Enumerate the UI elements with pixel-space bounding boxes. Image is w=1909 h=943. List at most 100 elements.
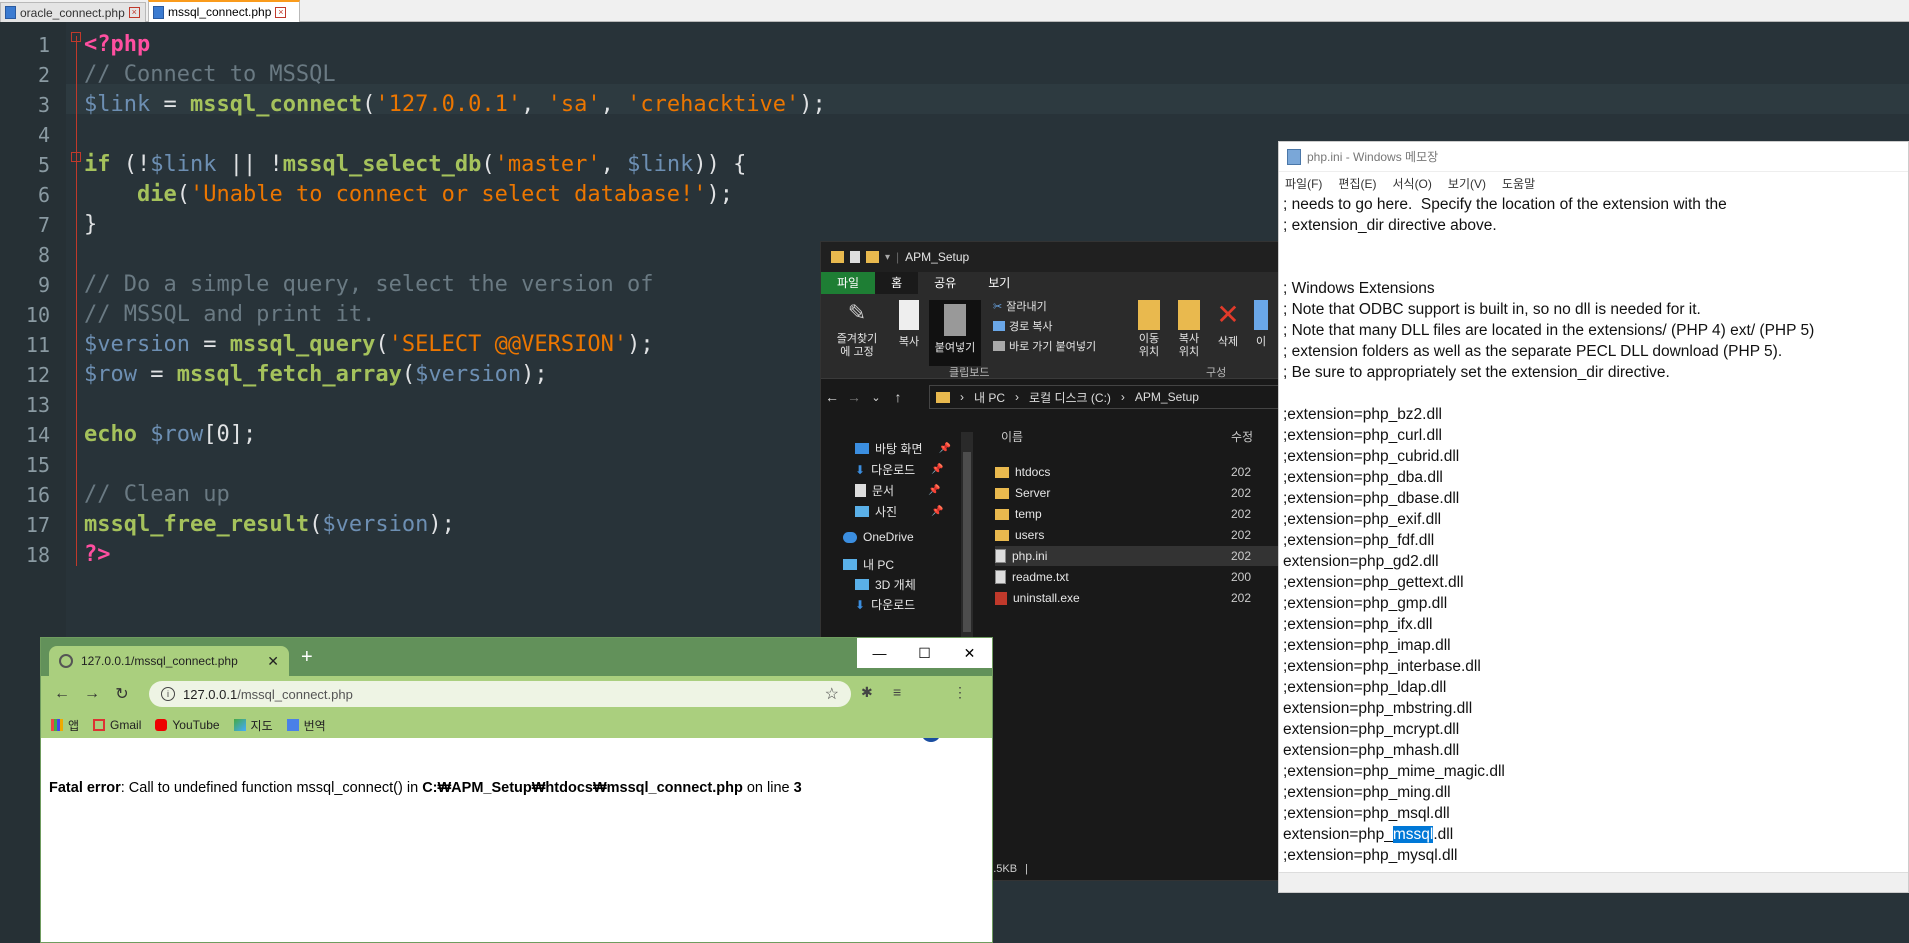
back-arrow-icon[interactable]: ← — [47, 685, 77, 703]
line-number: 10 — [25, 303, 50, 327]
bookmark-apps[interactable]: 앱 — [51, 717, 79, 734]
column-header-name[interactable]: 이름 — [1001, 428, 1023, 445]
chrome-window: 127.0.0.1/mssql_connect.php ✕ + — ☐ ✕ ← … — [40, 637, 993, 943]
fold-collapse-icon[interactable] — [71, 32, 81, 42]
explorer-titlebar[interactable]: ▾ | APM_Setup — [821, 242, 1289, 272]
reload-icon[interactable]: ↻ — [107, 684, 137, 704]
horizontal-scrollbar[interactable] — [1279, 872, 1908, 892]
reading-list-icon[interactable]: ≡ — [893, 684, 901, 700]
nav-item-downloads-2[interactable]: ⬇ 다운로드 — [855, 596, 915, 613]
tab-view[interactable]: 보기 — [972, 272, 1026, 294]
exe-file-icon — [995, 591, 1007, 605]
forward-arrow-icon[interactable]: → — [843, 389, 865, 405]
nav-item-documents[interactable]: 문서 📌 — [855, 482, 941, 499]
paste-button[interactable]: 붙여넣기 — [929, 300, 981, 366]
nav-item-downloads[interactable]: ⬇ 다운로드 📌 — [855, 461, 944, 478]
extensions-puzzle-icon[interactable]: ✱ — [861, 684, 873, 701]
breadcrumb-local-disk[interactable]: 로컬 디스크 (C:) — [1029, 389, 1111, 406]
tab-label: oracle_connect.php — [20, 5, 125, 20]
line-number: 7 — [37, 213, 50, 237]
bookmark-star-icon[interactable]: ☆ — [825, 684, 839, 704]
menu-help[interactable]: 도움말 — [1502, 175, 1535, 192]
chevron-down-icon[interactable]: ▾ — [885, 252, 890, 263]
cut-label: 잘라내기 — [1006, 301, 1047, 313]
text-line: ; Note that ODBC support is built in, so… — [1283, 301, 1701, 318]
close-tab-icon[interactable]: ✕ — [267, 653, 279, 670]
back-arrow-icon[interactable]: ← — [821, 389, 843, 405]
nav-item-this-pc[interactable]: 내 PC — [843, 556, 894, 573]
desktop-icon — [855, 443, 869, 454]
menu-file[interactable]: 파일(F) — [1285, 175, 1322, 192]
text-line: ​ — [1283, 236, 1908, 257]
text-line: ;extension=php_mysql.dll — [1283, 847, 1458, 864]
nav-item-desktop[interactable]: 바탕 화면 📌 — [855, 440, 951, 457]
delete-button[interactable]: ✕ 삭제 — [1213, 300, 1243, 349]
apps-grid-icon — [51, 719, 63, 731]
kebab-menu-icon[interactable]: ⋮ — [953, 684, 967, 701]
close-window-button[interactable]: ✕ — [947, 638, 992, 668]
notepad-window: php.ini - Windows 메모장 파일(F) 편집(E) 서식(O) … — [1278, 141, 1909, 893]
tab-home[interactable]: 홈 — [875, 272, 919, 294]
text-line: ;extension=php_ming.dll — [1283, 784, 1451, 801]
text-line: extension=php_mhash.dll — [1283, 742, 1460, 759]
copy-to-label: 복사 위치 — [1178, 333, 1200, 358]
address-bar[interactable]: › 내 PC › 로컬 디스크 (C:) › APM_Setup — [929, 385, 1289, 409]
folder-icon — [831, 251, 844, 263]
info-icon[interactable]: i — [161, 687, 175, 701]
menu-view[interactable]: 보기(V) — [1448, 175, 1486, 192]
breadcrumb-my-pc[interactable]: 내 PC — [974, 389, 1005, 406]
folder-icon — [995, 508, 1009, 520]
pin-to-quick-access-button[interactable]: ✎ 즐겨찾기에 고정 — [825, 300, 889, 359]
copy-to-button[interactable]: 복사 위치 — [1171, 300, 1207, 359]
menu-format[interactable]: 서식(O) — [1392, 175, 1431, 192]
line-number: 14 — [25, 423, 50, 447]
address-bar[interactable]: i 127.0.0.1/mssql_connect.php ☆ — [149, 681, 851, 707]
properties-icon[interactable] — [850, 251, 860, 263]
copy-path-button[interactable]: 경로 복사 — [993, 318, 1053, 334]
column-header-modified[interactable]: 수정 — [1231, 428, 1253, 445]
notepad-text-area[interactable]: ; needs to go here. Specify the location… — [1283, 194, 1908, 872]
bookmark-youtube[interactable]: YouTube — [155, 718, 220, 732]
code-line-14: echo $row[0]; — [84, 422, 257, 447]
computer-icon — [843, 559, 857, 570]
tab-mssql-connect[interactable]: mssql_connect.php × — [148, 0, 300, 22]
paste-shortcut-button[interactable]: 바로 가기 붙여넣기 — [993, 338, 1096, 354]
tab-share[interactable]: 공유 — [918, 272, 972, 294]
text-line: ; Windows Extensions — [1283, 280, 1435, 297]
browser-tab[interactable]: 127.0.0.1/mssql_connect.php ✕ — [49, 646, 289, 676]
tab-oracle-connect[interactable]: oracle_connect.php × — [0, 2, 146, 22]
close-icon[interactable]: × — [275, 6, 287, 18]
text-line: ;extension=php_cubrid.dll — [1283, 448, 1460, 465]
minimize-button[interactable]: — — [857, 638, 902, 668]
bookmark-translate[interactable]: 번역 — [286, 717, 326, 734]
line-number: 1 — [37, 33, 50, 57]
new-folder-icon[interactable] — [866, 251, 879, 263]
bookmark-gmail[interactable]: Gmail — [93, 718, 141, 732]
bookmark-maps[interactable]: 지도 — [233, 717, 273, 734]
tab-file[interactable]: 파일 — [821, 272, 876, 294]
text-line: ;extension=php_ldap.dll — [1283, 679, 1447, 696]
scrollbar-thumb[interactable] — [963, 452, 971, 632]
address-bar-row: ← → ⌄ ↑ › 내 PC › 로컬 디스크 (C:) › APM_Setup — [821, 380, 1289, 414]
move-to-button[interactable]: 이동 위치 — [1131, 300, 1167, 359]
new-tab-icon[interactable]: + — [301, 646, 313, 669]
forward-arrow-icon[interactable]: → — [77, 685, 107, 703]
rename-button[interactable]: 이 — [1251, 300, 1271, 349]
php-file-icon — [153, 5, 164, 19]
chrome-toolbar: ← → ↻ i 127.0.0.1/mssql_connect.php ☆ ✱ … — [41, 676, 992, 742]
nav-item-pictures[interactable]: 사진 📌 — [855, 503, 944, 520]
notepad-titlebar[interactable]: php.ini - Windows 메모장 — [1279, 142, 1908, 172]
up-arrow-icon[interactable]: ↑ — [887, 389, 909, 405]
nav-item-3d-objects[interactable]: 3D 개체 — [855, 576, 916, 593]
copy-button[interactable]: 복사 — [889, 300, 929, 349]
maximize-button[interactable]: ☐ — [902, 638, 947, 668]
menu-edit[interactable]: 편집(E) — [1338, 175, 1376, 192]
cut-button[interactable]: ✂ 잘라내기 — [993, 298, 1047, 314]
fold-collapse-icon[interactable] — [71, 152, 81, 162]
close-icon[interactable]: × — [128, 7, 140, 18]
nav-item-onedrive[interactable]: OneDrive — [843, 530, 914, 544]
chevron-down-icon[interactable]: ⌄ — [865, 391, 887, 404]
text-line: ;extension=php_gettext.dll — [1283, 574, 1464, 591]
breadcrumb-apm-setup[interactable]: APM_Setup — [1135, 390, 1199, 404]
url-path: /mssql_connect.php — [237, 686, 353, 702]
